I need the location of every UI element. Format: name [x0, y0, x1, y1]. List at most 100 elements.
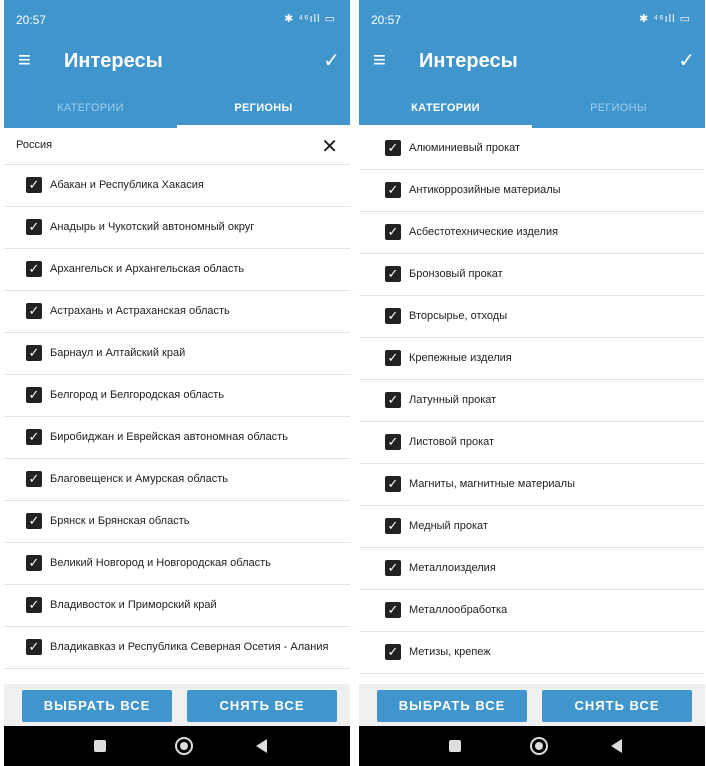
list-item[interactable]: ✓ Медный прокат	[359, 506, 705, 548]
app-bar: ≡ Интересы ✓	[4, 36, 350, 88]
home-icon[interactable]	[175, 737, 193, 755]
list-item-label: Архангельск и Архангельская область	[50, 263, 245, 275]
list-item[interactable]: ✓ Благовещенск и Амурская область	[4, 459, 350, 501]
checkbox-checked-icon[interactable]: ✓	[385, 518, 401, 534]
checkbox-checked-icon[interactable]: ✓	[385, 182, 401, 198]
list-item[interactable]: ✓ Алюминиевый прокат	[359, 128, 705, 170]
list-item[interactable]: ✓ Биробиджан и Еврейская автономная облас…	[4, 417, 350, 459]
list-item[interactable]: ✓ Великий Новгород и Новгородская область	[4, 543, 350, 585]
list-item-label: Крепежные изделия	[409, 352, 512, 364]
list-item-label: Алюминиевый прокат	[409, 142, 521, 154]
checkbox-checked-icon[interactable]: ✓	[26, 177, 42, 193]
checkbox-checked-icon[interactable]: ✓	[385, 644, 401, 660]
recents-icon[interactable]	[94, 740, 106, 752]
list-item-label: Белгород и Белгородская область	[50, 389, 225, 401]
filter-chip: Россия ✕	[4, 128, 350, 165]
back-icon[interactable]	[256, 739, 267, 753]
status-icons: ✱ ⁴⁶ıll ▭	[284, 13, 336, 25]
list-item[interactable]: ✓ Антикоррозийные материалы	[359, 170, 705, 212]
tab-regions[interactable]: РЕГИОНЫ	[177, 88, 350, 128]
list-item-label: Металлоизделия	[409, 562, 496, 574]
list-item[interactable]: ✓ Магниты, магнитные материалы	[359, 464, 705, 506]
checkbox-checked-icon[interactable]: ✓	[26, 261, 42, 277]
checkbox-checked-icon[interactable]: ✓	[385, 350, 401, 366]
page-title: Интересы	[64, 50, 163, 72]
list-item-label: Листовой прокат	[409, 436, 495, 448]
checkbox-checked-icon[interactable]: ✓	[385, 560, 401, 576]
list-item[interactable]: ✓ Крепежные изделия	[359, 338, 705, 380]
list-item-label: Антикоррозийные материалы	[409, 184, 561, 196]
tab-bar: КАТЕГОРИИ РЕГИОНЫ	[4, 88, 350, 128]
list-item[interactable]: ✓ Белгород и Белгородская область	[4, 375, 350, 417]
checkbox-checked-icon[interactable]: ✓	[385, 308, 401, 324]
checkbox-checked-icon[interactable]: ✓	[26, 345, 42, 361]
status-bar: 20:57 ✱ ⁴⁶ıll ▭	[4, 0, 350, 36]
list-item-label: Метизы, крепеж	[409, 646, 491, 658]
checkbox-checked-icon[interactable]: ✓	[385, 140, 401, 156]
list-item[interactable]: ✓ Металлообработка	[359, 590, 705, 632]
list-item[interactable]: ✓ Абакан и Республика Хакасия	[4, 165, 350, 207]
list-item-label: Владикавказ и Республика Северная Осетия…	[50, 641, 329, 653]
tab-regions[interactable]: РЕГИОНЫ	[532, 88, 705, 128]
tab-bar: КАТЕГОРИИ РЕГИОНЫ	[359, 88, 705, 128]
status-bar: 20:57 ✱ ⁴⁶ıll ▭	[359, 0, 705, 36]
list-item[interactable]: ✓ Брянск и Брянская область	[4, 501, 350, 543]
tab-categories[interactable]: КАТЕГОРИИ	[359, 88, 532, 128]
status-time: 20:57	[371, 13, 402, 27]
checkbox-checked-icon[interactable]: ✓	[385, 434, 401, 450]
checkbox-checked-icon[interactable]: ✓	[26, 555, 42, 571]
home-icon[interactable]	[530, 737, 548, 755]
list-item[interactable]: ✓ Латунный прокат	[359, 380, 705, 422]
checkbox-checked-icon[interactable]: ✓	[26, 429, 42, 445]
tab-categories[interactable]: КАТЕГОРИИ	[4, 88, 177, 128]
back-icon[interactable]	[611, 739, 622, 753]
checkbox-checked-icon[interactable]: ✓	[385, 224, 401, 240]
list-item-label: Барнаул и Алтайский край	[50, 347, 186, 359]
checkbox-checked-icon[interactable]: ✓	[26, 471, 42, 487]
list-item[interactable]: ✓ Бронзовый прокат	[359, 254, 705, 296]
system-nav-bar	[4, 726, 350, 766]
list-item[interactable]: ✓ Металлоизделия	[359, 548, 705, 590]
select-all-button[interactable]: ВЫБРАТЬ ВСЕ	[377, 690, 527, 722]
category-list: ✓ Алюминиевый прокат ✓ Антикоррозийные мате…	[359, 128, 705, 684]
list-item[interactable]: ✓ Астрахань и Астраханская область	[4, 291, 350, 333]
list-item-label: Латунный прокат	[409, 394, 497, 406]
list-item-label: Металлообработка	[409, 604, 508, 616]
status-icons: ✱ ⁴⁶ıll ▭	[639, 13, 691, 25]
region-list: Россия ✕ ✓ Абакан и Республика Хакасия ✓ Ан…	[4, 128, 350, 684]
checkbox-checked-icon[interactable]: ✓	[26, 513, 42, 529]
menu-icon[interactable]: ≡	[373, 48, 386, 72]
list-item[interactable]: ✓ Вторсырье, отходы	[359, 296, 705, 338]
list-item-label: Биробиджан и Еврейская автономная област…	[50, 431, 288, 443]
list-item[interactable]: ✓ Владикавказ и Республика Северная Осети…	[4, 627, 350, 669]
check-icon[interactable]: ✓	[678, 48, 695, 73]
list-item[interactable]: ✓ Анадырь и Чукотский автономный округ	[4, 207, 350, 249]
action-bar: ВЫБРАТЬ ВСЕ СНЯТЬ ВСЕ	[359, 684, 705, 726]
checkbox-checked-icon[interactable]: ✓	[26, 639, 42, 655]
menu-icon[interactable]: ≡	[18, 48, 31, 72]
check-icon[interactable]: ✓	[323, 48, 340, 73]
recents-icon[interactable]	[449, 740, 461, 752]
checkbox-checked-icon[interactable]: ✓	[385, 266, 401, 282]
list-item[interactable]: ✓ Листовой прокат	[359, 422, 705, 464]
checkbox-checked-icon[interactable]: ✓	[26, 597, 42, 613]
list-item-label: Абакан и Республика Хакасия	[50, 179, 204, 191]
list-item[interactable]: ✓ Метизы, крепеж	[359, 632, 705, 674]
checkbox-checked-icon[interactable]: ✓	[385, 476, 401, 492]
checkbox-checked-icon[interactable]: ✓	[26, 219, 42, 235]
clear-all-button[interactable]: СНЯТЬ ВСЕ	[542, 690, 692, 722]
list-item[interactable]: ✓ Владивосток и Приморский край	[4, 585, 350, 627]
list-item-label: Владивосток и Приморский край	[50, 599, 217, 611]
list-item[interactable]: ✓ Барнаул и Алтайский край	[4, 333, 350, 375]
list-item-label: Великий Новгород и Новгородская область	[50, 557, 271, 569]
checkbox-checked-icon[interactable]: ✓	[26, 387, 42, 403]
clear-all-button[interactable]: СНЯТЬ ВСЕ	[187, 690, 337, 722]
phone-screen-categories: 20:57 ✱ ⁴⁶ıll ▭ ≡ Интересы ✓ КАТЕГОРИИ Р…	[359, 0, 705, 766]
list-item[interactable]: ✓ Архангельск и Архангельская область	[4, 249, 350, 291]
list-item[interactable]: ✓ Асбестотехнические изделия	[359, 212, 705, 254]
checkbox-checked-icon[interactable]: ✓	[26, 303, 42, 319]
checkbox-checked-icon[interactable]: ✓	[385, 602, 401, 618]
checkbox-checked-icon[interactable]: ✓	[385, 392, 401, 408]
select-all-button[interactable]: ВЫБРАТЬ ВСЕ	[22, 690, 172, 722]
close-icon[interactable]: ✕	[321, 134, 338, 159]
